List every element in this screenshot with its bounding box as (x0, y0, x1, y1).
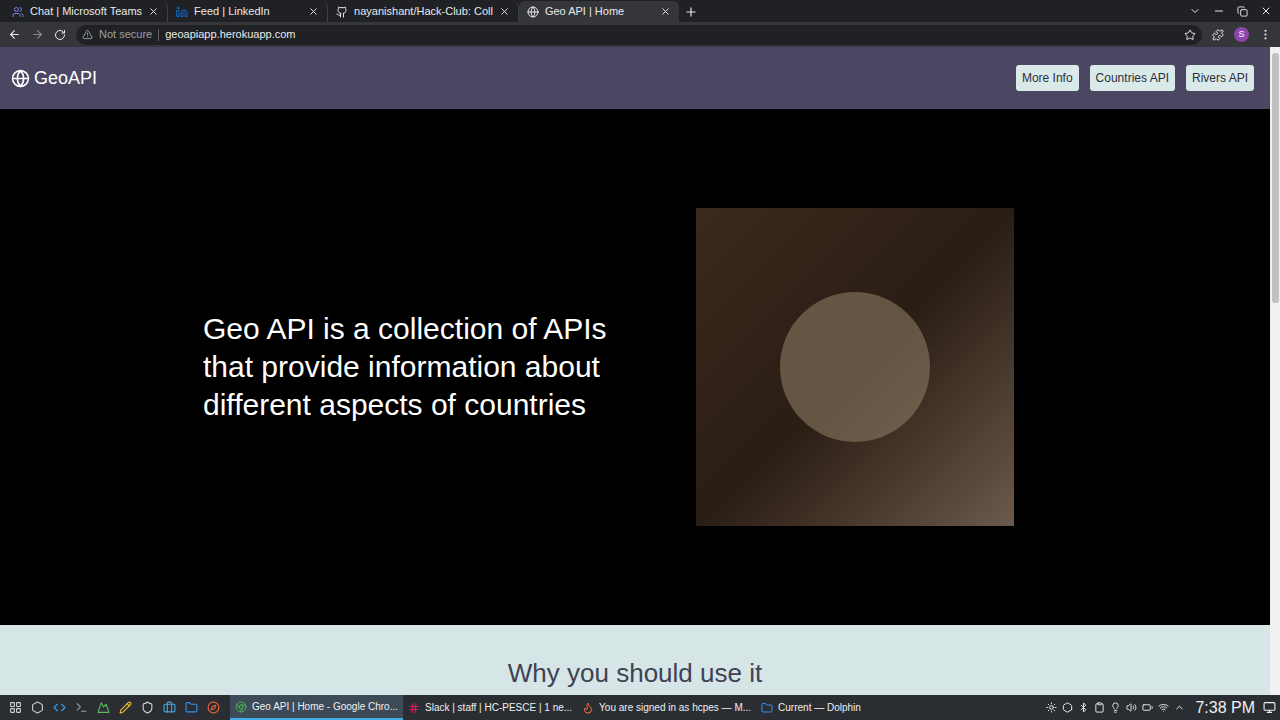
close-icon[interactable] (148, 6, 159, 17)
hero: Geo API is a collection of APIs that pro… (0, 109, 1270, 625)
scrollbar-thumb[interactable] (1272, 53, 1279, 303)
launcher-button[interactable] (26, 695, 48, 720)
slack-icon (408, 702, 420, 714)
teams-icon (12, 6, 24, 18)
warning-icon (82, 29, 93, 40)
show-desktop-icon[interactable] (1263, 701, 1276, 714)
battery-icon[interactable] (1142, 702, 1153, 713)
browser-tab[interactable]: nayanishant/Hack-Club: Coll (328, 1, 519, 22)
profile-avatar[interactable]: S (1234, 27, 1249, 42)
nav-button[interactable]: Rivers API (1186, 65, 1254, 91)
expand-icon[interactable] (1174, 702, 1185, 713)
security-label: Not secure (99, 26, 152, 43)
browser-tab[interactable]: Feed | LinkedIn (168, 1, 328, 22)
briefcase-icon (163, 701, 176, 714)
launcher-button[interactable] (202, 695, 224, 720)
task-button[interactable]: Geo API | Home - Google Chro... (230, 695, 403, 720)
task-button[interactable]: Current — Dolphin (756, 695, 916, 720)
plus-icon (684, 5, 698, 19)
logo-globe-icon (11, 69, 30, 88)
globe-icon (527, 6, 539, 18)
taskbar: Geo API | Home - Google Chro... Slack | s… (0, 695, 1280, 720)
desktop: Chat | Microsoft Teams Feed | LinkedIn nay… (0, 0, 1280, 720)
task-label: Current — Dolphin (778, 700, 861, 715)
navbar: GeoAPI More Info Countries API Rivers API (0, 47, 1270, 109)
task-button[interactable]: Slack | staff | HC-PESCE | 1 ne... (403, 695, 577, 720)
app-icon (31, 701, 44, 714)
browser-tab[interactable]: Geo API | Home (519, 1, 679, 22)
task-label: You are signed in as hcpes — M... (599, 700, 751, 715)
restore-icon[interactable] (1237, 6, 1248, 17)
github-icon (336, 6, 348, 18)
dolphin-icon (761, 702, 773, 714)
tab-label: nayanishant/Hack-Club: Coll (354, 3, 493, 20)
brightness-icon[interactable] (1046, 702, 1057, 713)
reload-icon[interactable] (54, 29, 66, 41)
close-icon[interactable] (499, 6, 510, 17)
chart-icon (97, 701, 110, 714)
bluetooth-icon[interactable] (1078, 702, 1089, 713)
linkedin-icon (176, 6, 188, 18)
nav-button[interactable]: Countries API (1090, 65, 1175, 91)
clipboard-icon[interactable] (1094, 702, 1105, 713)
folder-icon (185, 701, 198, 714)
shield-icon (141, 701, 154, 714)
tab-search-icon[interactable] (1189, 5, 1201, 17)
launcher-icon (9, 701, 22, 714)
tab-label: Feed | LinkedIn (194, 3, 302, 20)
forward-icon[interactable] (31, 28, 44, 41)
launcher-button[interactable] (48, 695, 70, 720)
volume-icon[interactable] (1126, 702, 1137, 713)
scrollbar[interactable] (1270, 47, 1280, 695)
settings-icon[interactable] (1062, 702, 1073, 713)
compass-icon (207, 701, 220, 714)
launcher-button[interactable] (114, 695, 136, 720)
back-icon[interactable] (8, 28, 21, 41)
launcher-button[interactable] (158, 695, 180, 720)
menu-icon[interactable] (1259, 28, 1272, 41)
tab-strip: Chat | Microsoft Teams Feed | LinkedIn nay… (0, 0, 1280, 22)
tab-label: Geo API | Home (545, 3, 654, 20)
launcher-button[interactable] (92, 695, 114, 720)
extensions-icon[interactable] (1212, 29, 1224, 41)
browser-tab[interactable]: Chat | Microsoft Teams (4, 1, 168, 22)
close-window-icon[interactable] (1260, 5, 1272, 17)
light-icon[interactable] (1110, 702, 1121, 713)
nav-button[interactable]: More Info (1016, 65, 1079, 91)
page-content: GeoAPIMore InfoCountries APIRivers APIGe… (0, 47, 1270, 695)
url: geoapiapp.herokuapp.com (165, 26, 295, 43)
brand[interactable]: GeoAPI (34, 65, 97, 92)
launcher-button[interactable] (4, 695, 26, 720)
page: GeoAPIMore InfoCountries APIRivers APIGe… (0, 47, 1280, 695)
vscode-icon (53, 701, 66, 714)
bookmark-icon[interactable] (1184, 29, 1196, 41)
new-tab-button[interactable] (679, 1, 703, 22)
minimize-icon[interactable] (1213, 5, 1225, 17)
toolbar: Not secure geoapiapp.herokuapp.com S (0, 22, 1280, 47)
globe-photo (696, 208, 1014, 526)
hero-text: Geo API is a collection of APIs that pro… (203, 310, 643, 424)
task-label: Slack | staff | HC-PESCE | 1 ne... (425, 700, 572, 715)
task-label: Geo API | Home - Google Chro... (252, 699, 398, 714)
clock[interactable]: 7:38 PM (1195, 696, 1255, 720)
section-heading: Why you should use it (508, 659, 762, 695)
launcher-button[interactable] (70, 695, 92, 720)
pencil-icon (119, 701, 132, 714)
wifi-icon[interactable] (1158, 702, 1169, 713)
terminal-icon (75, 701, 88, 714)
firefox-icon (582, 702, 594, 714)
chrome-icon (235, 701, 247, 713)
features-section: Why you should use it (0, 625, 1270, 695)
omnibox[interactable]: Not secure geoapiapp.herokuapp.com (76, 25, 1202, 45)
launcher-button[interactable] (136, 695, 158, 720)
launcher-button[interactable] (180, 695, 202, 720)
task-button[interactable]: You are signed in as hcpes — M... (577, 695, 756, 720)
close-icon[interactable] (308, 6, 319, 17)
close-icon[interactable] (660, 6, 671, 17)
tab-label: Chat | Microsoft Teams (30, 3, 142, 20)
